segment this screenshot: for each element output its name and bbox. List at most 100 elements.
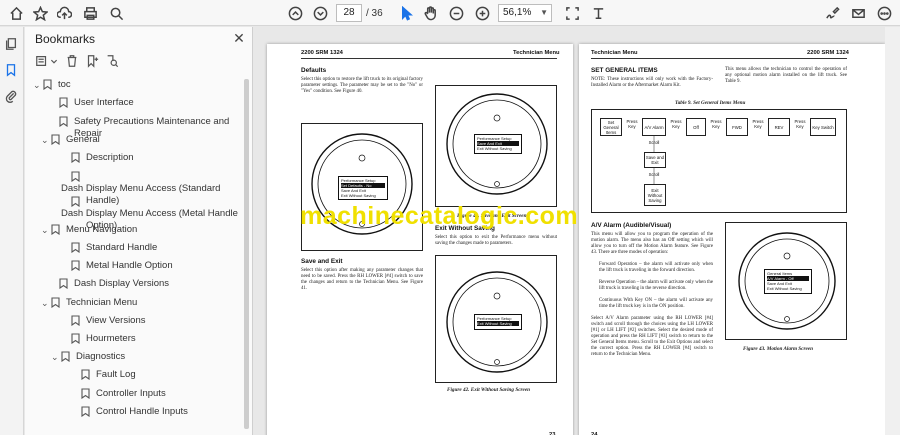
bookmark-item[interactable]: Dash Display Versions <box>49 278 169 296</box>
close-icon[interactable]: ✕ <box>231 31 247 47</box>
heading-av-alarm: A/V Alarm (Audible/Visual) <box>591 222 672 229</box>
bookmark-item[interactable]: Fault Log <box>71 369 136 387</box>
bookmark-icon <box>51 134 60 146</box>
attachments-icon[interactable] <box>4 89 20 105</box>
chevron-down-icon[interactable] <box>47 54 65 72</box>
header-rule <box>301 58 557 59</box>
note-text: NOTE: These instructions will only work … <box>591 77 713 88</box>
bookmark-label: Hourmeters <box>86 333 136 344</box>
header-rule <box>591 58 847 59</box>
fit-page-icon[interactable] <box>562 3 582 23</box>
search-zoom-icon[interactable] <box>106 3 126 23</box>
bookmark-item[interactable]: Control Handle Inputs <box>71 406 188 424</box>
hand-tool-icon[interactable] <box>420 3 440 23</box>
page-thumbnails-icon[interactable] <box>4 37 20 53</box>
bookmark-label: Menu Navigation <box>66 224 138 235</box>
bookmark-item[interactable]: Hourmeters <box>61 333 136 351</box>
bookmarks-panel: Bookmarks ✕ ⌄ toc User Interface Safety Pre… <box>25 27 253 435</box>
display-screen-fig41: Performance Setup Save And Exit Exit Wit… <box>474 134 522 154</box>
more-options-icon[interactable] <box>874 3 894 23</box>
delete-icon[interactable] <box>65 54 83 72</box>
figure-43-caption: Figure 43. Motion Alarm Screen <box>743 346 813 352</box>
bookmark-item[interactable]: ⌄ Technician Menu <box>41 297 137 315</box>
bookmark-icon <box>59 278 68 290</box>
bookmark-item[interactable]: ⌄ Menu Navigation <box>41 224 137 242</box>
flow-arrows <box>653 136 655 184</box>
add-bookmark-icon[interactable] <box>85 54 103 72</box>
table-9: Set General Items Press Key A/V Alarm Pr… <box>591 109 847 213</box>
bookmark-item[interactable]: Description <box>61 152 134 170</box>
star-icon[interactable] <box>30 3 50 23</box>
screen-line: Exit Without Saving <box>767 286 802 291</box>
bookmark-item[interactable]: Metal Handle Option <box>61 260 173 278</box>
print-icon[interactable] <box>80 3 100 23</box>
bookmark-item[interactable]: View Versions <box>61 315 146 333</box>
panel-title: Bookmarks <box>35 32 96 46</box>
paragraph-defaults: Select this option to restore the lift t… <box>301 77 423 94</box>
display-screen-fig40: Performance Setup Set Defaults - No Save… <box>338 176 388 200</box>
display-screen-fig43: General Items A/V Alarm - Off Save And E… <box>764 269 812 294</box>
table-9-title: Table 9. Set General Items Menu <box>675 100 746 106</box>
figure-42: Performance Setup Exit Without Saving <box>435 255 557 383</box>
bookmark-item[interactable]: Dash Display Menu Access (Standard Handle… <box>61 171 241 206</box>
bookmark-icon <box>71 152 80 164</box>
bookmark-item[interactable]: Dash Display Menu Access (Metal Handle Op… <box>61 196 241 231</box>
document-scrollbar[interactable] <box>885 27 900 435</box>
bookmark-icon <box>81 369 90 381</box>
heading-defaults: Defaults <box>301 67 327 74</box>
page-number-input[interactable]: 28 <box>336 4 362 22</box>
zoom-out-icon[interactable] <box>446 3 466 23</box>
chevron-down-icon[interactable]: ⌄ <box>33 79 43 91</box>
bookmark-label: Metal Handle Option <box>86 260 173 271</box>
bookmark-icon <box>71 171 80 183</box>
previous-page-icon[interactable] <box>285 3 305 23</box>
chevron-down-icon[interactable]: ⌄ <box>51 351 61 363</box>
bookmark-icon <box>59 116 68 128</box>
page-header-right: 2200 SRM 1324 <box>807 50 849 56</box>
next-page-icon[interactable] <box>310 3 330 23</box>
toolbar: 28 / 36 56,1% ▼ <box>0 0 900 26</box>
home-icon[interactable] <box>6 3 26 23</box>
bookmarks-scrollbar[interactable] <box>244 79 249 429</box>
bookmark-icon <box>51 224 60 236</box>
select-cursor-icon[interactable] <box>396 3 416 23</box>
bookmark-item[interactable]: ⌄ toc <box>33 79 71 97</box>
bookmark-item[interactable]: User Interface <box>49 97 134 115</box>
bookmark-item[interactable]: ⌄ General <box>41 134 100 152</box>
bookmark-label: User Interface <box>74 97 134 108</box>
chevron-down-icon[interactable]: ⌄ <box>41 224 51 236</box>
zoom-level-value: 56,1% <box>503 7 532 18</box>
document-viewport: 2200 SRM 1324 Technician Menu Defaults S… <box>254 27 900 435</box>
find-bookmark-icon[interactable] <box>105 54 123 72</box>
paragraph-save-and-exit: Select this option after making any para… <box>301 268 423 291</box>
bookmark-item[interactable]: Controller Inputs <box>71 388 166 406</box>
page-header-right: Technician Menu <box>513 50 560 56</box>
zoom-in-icon[interactable] <box>472 3 492 23</box>
text-highlight-icon[interactable] <box>588 3 608 23</box>
paragraph-exit-without-saving: Select this option to exit the Performan… <box>435 235 557 246</box>
chevron-down-icon[interactable]: ⌄ <box>41 297 51 309</box>
bookmark-icon <box>81 388 90 400</box>
bookmark-label: Dash Display Versions <box>74 278 170 289</box>
bookmarks-icon[interactable] <box>4 63 20 79</box>
watermark-text: machinecatalogic.com <box>300 202 579 230</box>
bookmark-item[interactable]: ⌄ Diagnostics <box>51 351 125 369</box>
zoom-level-select[interactable]: 56,1% ▼ <box>498 4 552 22</box>
figure-41: Performance Setup Save And Exit Exit Wit… <box>435 85 557 207</box>
bookmark-label: toc <box>58 79 71 90</box>
bookmark-icon <box>71 242 80 254</box>
cloud-upload-icon[interactable] <box>54 3 74 23</box>
bookmark-item[interactable]: Safety Precautions Maintenance and Repai… <box>49 116 245 139</box>
paragraph-av-alarm: This menu will allow you to program the … <box>591 232 713 255</box>
chevron-down-icon[interactable]: ⌄ <box>41 134 51 146</box>
sign-icon[interactable] <box>822 3 842 23</box>
heading-set-general-items: SET GENERAL ITEMS <box>591 67 658 74</box>
email-icon[interactable] <box>848 3 868 23</box>
bookmark-item[interactable]: Standard Handle <box>61 242 157 260</box>
